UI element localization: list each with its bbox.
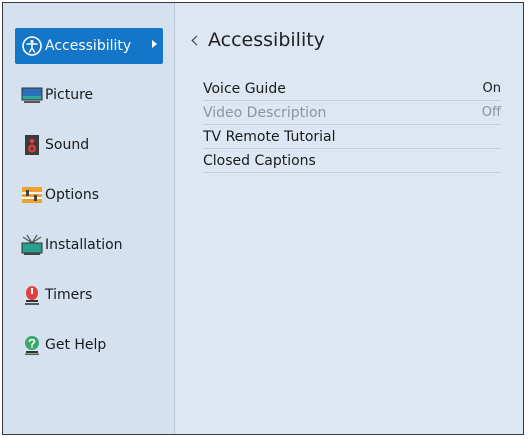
speaker-icon	[25, 135, 39, 155]
sidebar-item-timers[interactable]: Timers	[15, 277, 163, 313]
menu-item-video-description: Video Description Off	[203, 101, 501, 125]
menu-item-closed-captions[interactable]: Closed Captions	[203, 149, 501, 173]
timer-icon	[25, 286, 39, 305]
sidebar-item-sound[interactable]: Sound	[15, 127, 163, 163]
menu-item-value: Off	[481, 105, 501, 120]
sidebar-item-accessibility[interactable]: Accessibility	[15, 28, 163, 64]
sidebar-item-label: Accessibility	[45, 38, 132, 54]
menu-item-value: On	[482, 81, 501, 96]
menu-item-label: Closed Captions	[203, 152, 316, 169]
sidebar-item-label: Get Help	[45, 337, 107, 353]
settings-window: Accessibility Picture Sound Options Inst…	[2, 2, 524, 435]
options-icon	[22, 187, 42, 203]
sidebar-item-label: Options	[45, 187, 100, 203]
menu-item-voice-guide[interactable]: Voice Guide On	[203, 77, 501, 101]
settings-content: Accessibility Voice Guide On Video Descr…	[175, 3, 523, 434]
chevron-left-icon	[191, 35, 202, 46]
page-header[interactable]: Accessibility	[191, 29, 325, 51]
sidebar-item-label: Picture	[45, 87, 94, 103]
antenna-icon	[21, 234, 43, 255]
sidebar-item-label: Installation	[45, 237, 123, 253]
sidebar-item-label: Timers	[45, 287, 93, 303]
settings-sidebar: Accessibility Picture Sound Options Inst…	[3, 3, 175, 434]
menu-item-label: Video Description	[203, 104, 327, 121]
menu-item-tv-remote-tutorial[interactable]: TV Remote Tutorial	[203, 125, 501, 149]
accessibility-icon	[22, 36, 42, 56]
sidebar-item-label: Sound	[45, 137, 90, 153]
help-icon	[25, 336, 39, 355]
accessibility-menu: Voice Guide On Video Description Off TV …	[203, 77, 501, 173]
picture-icon	[21, 87, 43, 103]
sidebar-item-picture[interactable]: Picture	[15, 77, 163, 113]
menu-item-label: TV Remote Tutorial	[203, 128, 336, 145]
sidebar-item-get-help[interactable]: Get Help	[15, 327, 163, 363]
sidebar-item-installation[interactable]: Installation	[15, 227, 163, 263]
menu-item-label: Voice Guide	[203, 80, 286, 97]
submenu-arrow-icon	[152, 40, 157, 48]
sidebar-item-options[interactable]: Options	[15, 177, 163, 213]
page-title: Accessibility	[208, 29, 325, 51]
